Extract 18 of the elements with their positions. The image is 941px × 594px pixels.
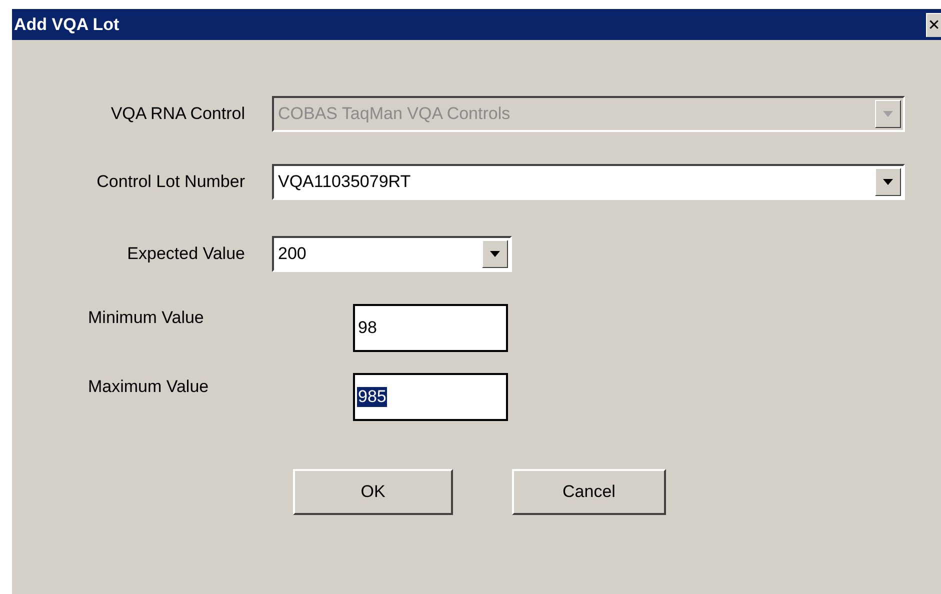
field-value: 985 bbox=[357, 387, 388, 407]
field-label: VQA RNA Control bbox=[110, 104, 245, 124]
field-label: Control Lot Number bbox=[96, 172, 245, 192]
field-label: Maximum Value bbox=[87, 376, 210, 397]
field-value: VQA11035079RT bbox=[277, 171, 412, 193]
input-field[interactable]: 985 bbox=[353, 373, 508, 421]
dialog-button[interactable]: Cancel bbox=[512, 469, 666, 515]
close-button[interactable]: ✕ bbox=[926, 12, 941, 36]
field-value: COBAS TaqMan VQA Controls bbox=[277, 103, 512, 125]
dialog-button[interactable]: OK bbox=[293, 469, 453, 515]
window-title: Add VQA Lot bbox=[14, 14, 120, 34]
field-value: 200 bbox=[277, 243, 308, 265]
field-label: Minimum Value bbox=[87, 307, 205, 328]
dropdown-field[interactable]: VQA11035079RT bbox=[272, 164, 905, 200]
input-field[interactable]: 98 bbox=[353, 304, 508, 352]
field-label: Expected Value bbox=[126, 244, 245, 264]
field-value: 98 bbox=[357, 318, 378, 338]
dropdown-field[interactable]: 200 bbox=[272, 236, 512, 272]
